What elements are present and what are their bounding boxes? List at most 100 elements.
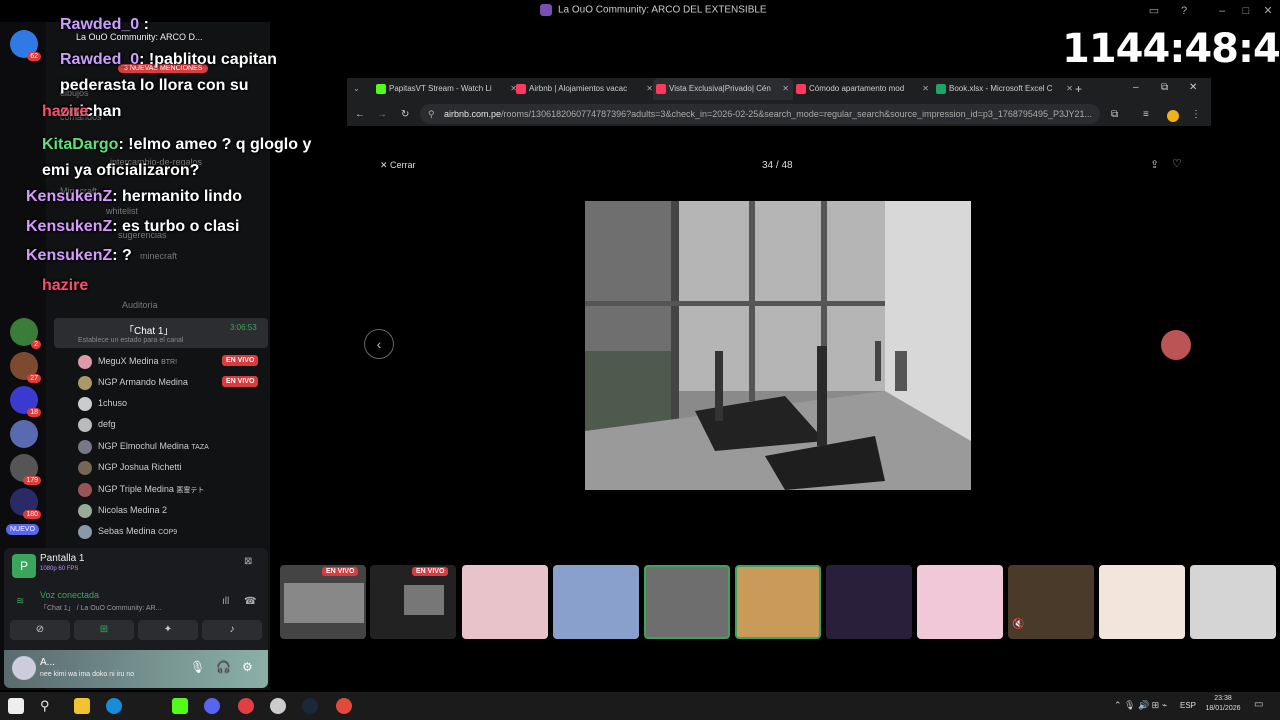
site-info-icon[interactable]: ⚲ — [428, 104, 435, 124]
avatar[interactable] — [12, 656, 36, 680]
mic-icon[interactable]: 🎙 — [190, 660, 205, 674]
camera-off-button[interactable]: ⊘ — [10, 620, 70, 640]
participant-tile[interactable]: 🔇 — [1008, 565, 1094, 639]
discord-icon[interactable] — [204, 698, 220, 714]
disconnect-icon[interactable]: ☎ — [244, 596, 256, 607]
browser-tab[interactable]: Book.xlsx - Microsoft Excel C ✕ — [933, 78, 1077, 100]
chat-message: Rawded_0: !pablitou capitan pederasta lo… — [60, 51, 277, 120]
voice-member[interactable]: NGP Joshua Richetti — [78, 459, 181, 475]
soundboard-button[interactable]: ♪ — [202, 620, 262, 640]
previous-photo-button[interactable]: ‹ — [364, 329, 394, 359]
share-icon[interactable]: ⇪ — [1150, 158, 1159, 171]
server-icon[interactable] — [10, 420, 38, 448]
participant-tile[interactable] — [917, 565, 1003, 639]
voice-channel-active[interactable]: 「Chat 1」 3:06:53 Establece un estado par… — [54, 318, 268, 348]
activities-button[interactable]: ✦ — [138, 620, 198, 640]
voice-connected-title[interactable]: Voz conectada — [40, 590, 99, 600]
browser-minimize-button[interactable]: – — [1133, 82, 1139, 93]
browser-tab[interactable]: Cómodo apartamento mod ✕ — [793, 78, 933, 100]
server-icon[interactable]: 179 — [10, 454, 41, 485]
voice-member[interactable]: MeguX Medina BTR! — [78, 353, 177, 369]
back-button[interactable]: ← — [355, 109, 365, 120]
server-icon[interactable]: 62 — [10, 30, 41, 61]
settings-gear-icon[interactable]: ⚙ — [242, 660, 253, 674]
heart-icon[interactable]: ♡ — [1172, 157, 1182, 170]
browser-maximize-button[interactable]: ⧉ — [1161, 82, 1168, 93]
participant-tile-speaking[interactable] — [644, 565, 730, 639]
stop-share-icon[interactable]: ⊠ — [244, 556, 252, 567]
new-tab-button[interactable]: + — [1075, 82, 1082, 96]
chrome-icon[interactable] — [336, 698, 352, 714]
extensions-icon[interactable]: ⧉ — [1111, 109, 1118, 120]
participant-tile[interactable] — [826, 565, 912, 639]
user-status: nee kimi wa ima doko ni iru no — [40, 671, 135, 678]
tray-icons[interactable]: ⌃ 🎙 🔊 ⊞ ⌁ — [1114, 700, 1167, 711]
browser-menu-icon[interactable]: ⋮ — [1191, 109, 1201, 120]
participant-tile[interactable] — [553, 565, 639, 639]
voice-member[interactable]: Sebas Medina COP9 — [78, 523, 177, 539]
inbox-icon[interactable]: ▭ — [1146, 3, 1162, 19]
minimize-button[interactable]: – — [1214, 3, 1230, 19]
voice-member[interactable]: defg — [78, 416, 116, 432]
search-icon[interactable]: ⚲ — [40, 698, 56, 714]
browser-tab-active[interactable]: Vista Exclusiva|Privado| Cén ✕ — [653, 78, 793, 100]
maximize-button[interactable]: □ — [1238, 3, 1254, 19]
server-icon[interactable]: 18 — [10, 386, 41, 417]
profile-avatar[interactable] — [1167, 110, 1179, 122]
language-indicator[interactable]: ESP — [1180, 701, 1196, 710]
voice-member[interactable]: NGP Elmochul Medina TAZA — [78, 438, 209, 454]
server-icon[interactable]: 180 — [10, 488, 41, 519]
reload-button[interactable]: ↻ — [401, 109, 409, 120]
voice-member[interactable]: NGP Triple Medina 悪霊テト — [78, 481, 204, 497]
file-explorer-icon[interactable] — [74, 698, 90, 714]
gym-photo — [585, 201, 971, 490]
voice-member[interactable]: NGP Armando Medina — [78, 374, 188, 390]
participant-tile[interactable]: EN VIVO — [280, 565, 366, 639]
browser-tab[interactable]: Airbnb | Alojamientos vacac ✕ — [513, 78, 657, 100]
voice-connected-subtitle[interactable]: 「Chat 1」 / La OuO Community: AR... — [40, 603, 161, 613]
photo-counter: 34 / 48 — [762, 160, 793, 171]
server-icon[interactable]: 27 — [10, 352, 41, 383]
next-photo-button[interactable] — [1161, 330, 1191, 360]
participant-tile[interactable] — [1190, 565, 1276, 639]
voice-member[interactable]: 1chuso — [78, 395, 127, 411]
stream-button[interactable]: ⊞ — [74, 620, 134, 640]
clock-time[interactable]: 23:38 — [1210, 695, 1236, 702]
chat-message: KensukenZ: hermanito lindo — [26, 188, 243, 205]
close-viewer-button[interactable]: ✕ Cerrar — [380, 160, 416, 171]
start-icon[interactable] — [8, 698, 24, 714]
window-titlebar: La OuO Community: ARCO DEL EXTENSIBLE ▭ … — [0, 0, 1280, 22]
voice-member[interactable]: Nicolas Medina 2 — [78, 502, 167, 518]
voice-channel-status[interactable]: Establece un estado para el canal — [78, 337, 183, 344]
tab-list-icon[interactable]: ⌄ — [353, 84, 360, 93]
app-icon[interactable] — [270, 698, 286, 714]
participant-tile[interactable] — [462, 565, 548, 639]
address-bar[interactable]: ⚲ airbnb.com.pe/rooms/1306182060774787396… — [420, 104, 1100, 124]
noise-suppression-icon[interactable]: ıll — [222, 596, 229, 607]
media-icon[interactable]: ≡ — [1143, 109, 1149, 120]
browser-close-button[interactable]: ✕ — [1189, 82, 1197, 93]
notification-icon[interactable]: ▭ — [1254, 699, 1263, 710]
participant-tile[interactable]: EN VIVO — [370, 565, 456, 639]
headphones-icon[interactable]: 🎧 — [216, 660, 231, 674]
voice-channel-time: 3:06:53 — [230, 323, 257, 332]
server-icon[interactable]: 2 — [10, 318, 41, 349]
channel-item[interactable]: Auditoria — [122, 300, 158, 310]
stream-timer: 1144:48:43 — [1062, 26, 1280, 72]
clock-date[interactable]: 18/01/2026 — [1200, 705, 1246, 712]
edge-icon[interactable] — [106, 698, 122, 714]
app-icon[interactable] — [238, 698, 254, 714]
browser-tab[interactable]: PapitasVT Stream - Watch Li ✕ — [373, 78, 521, 100]
stream-participant-strip: EN VIVO EN VIVO 🔇 — [278, 565, 1280, 641]
participant-tile-speaking[interactable] — [735, 565, 821, 639]
channel-item[interactable]: minecraft — [140, 251, 177, 261]
steam-icon[interactable] — [302, 698, 318, 714]
kick-icon[interactable] — [172, 698, 188, 714]
close-window-button[interactable]: ✕ — [1260, 3, 1276, 19]
forward-button[interactable]: → — [377, 109, 387, 120]
channel-item[interactable]: whitelist — [106, 206, 138, 216]
chat-message: KensukenZ: ? — [26, 247, 132, 264]
help-icon[interactable]: ? — [1176, 3, 1192, 19]
participant-tile[interactable] — [1099, 565, 1185, 639]
voice-channel-name: 「Chat 1」 — [124, 326, 174, 337]
